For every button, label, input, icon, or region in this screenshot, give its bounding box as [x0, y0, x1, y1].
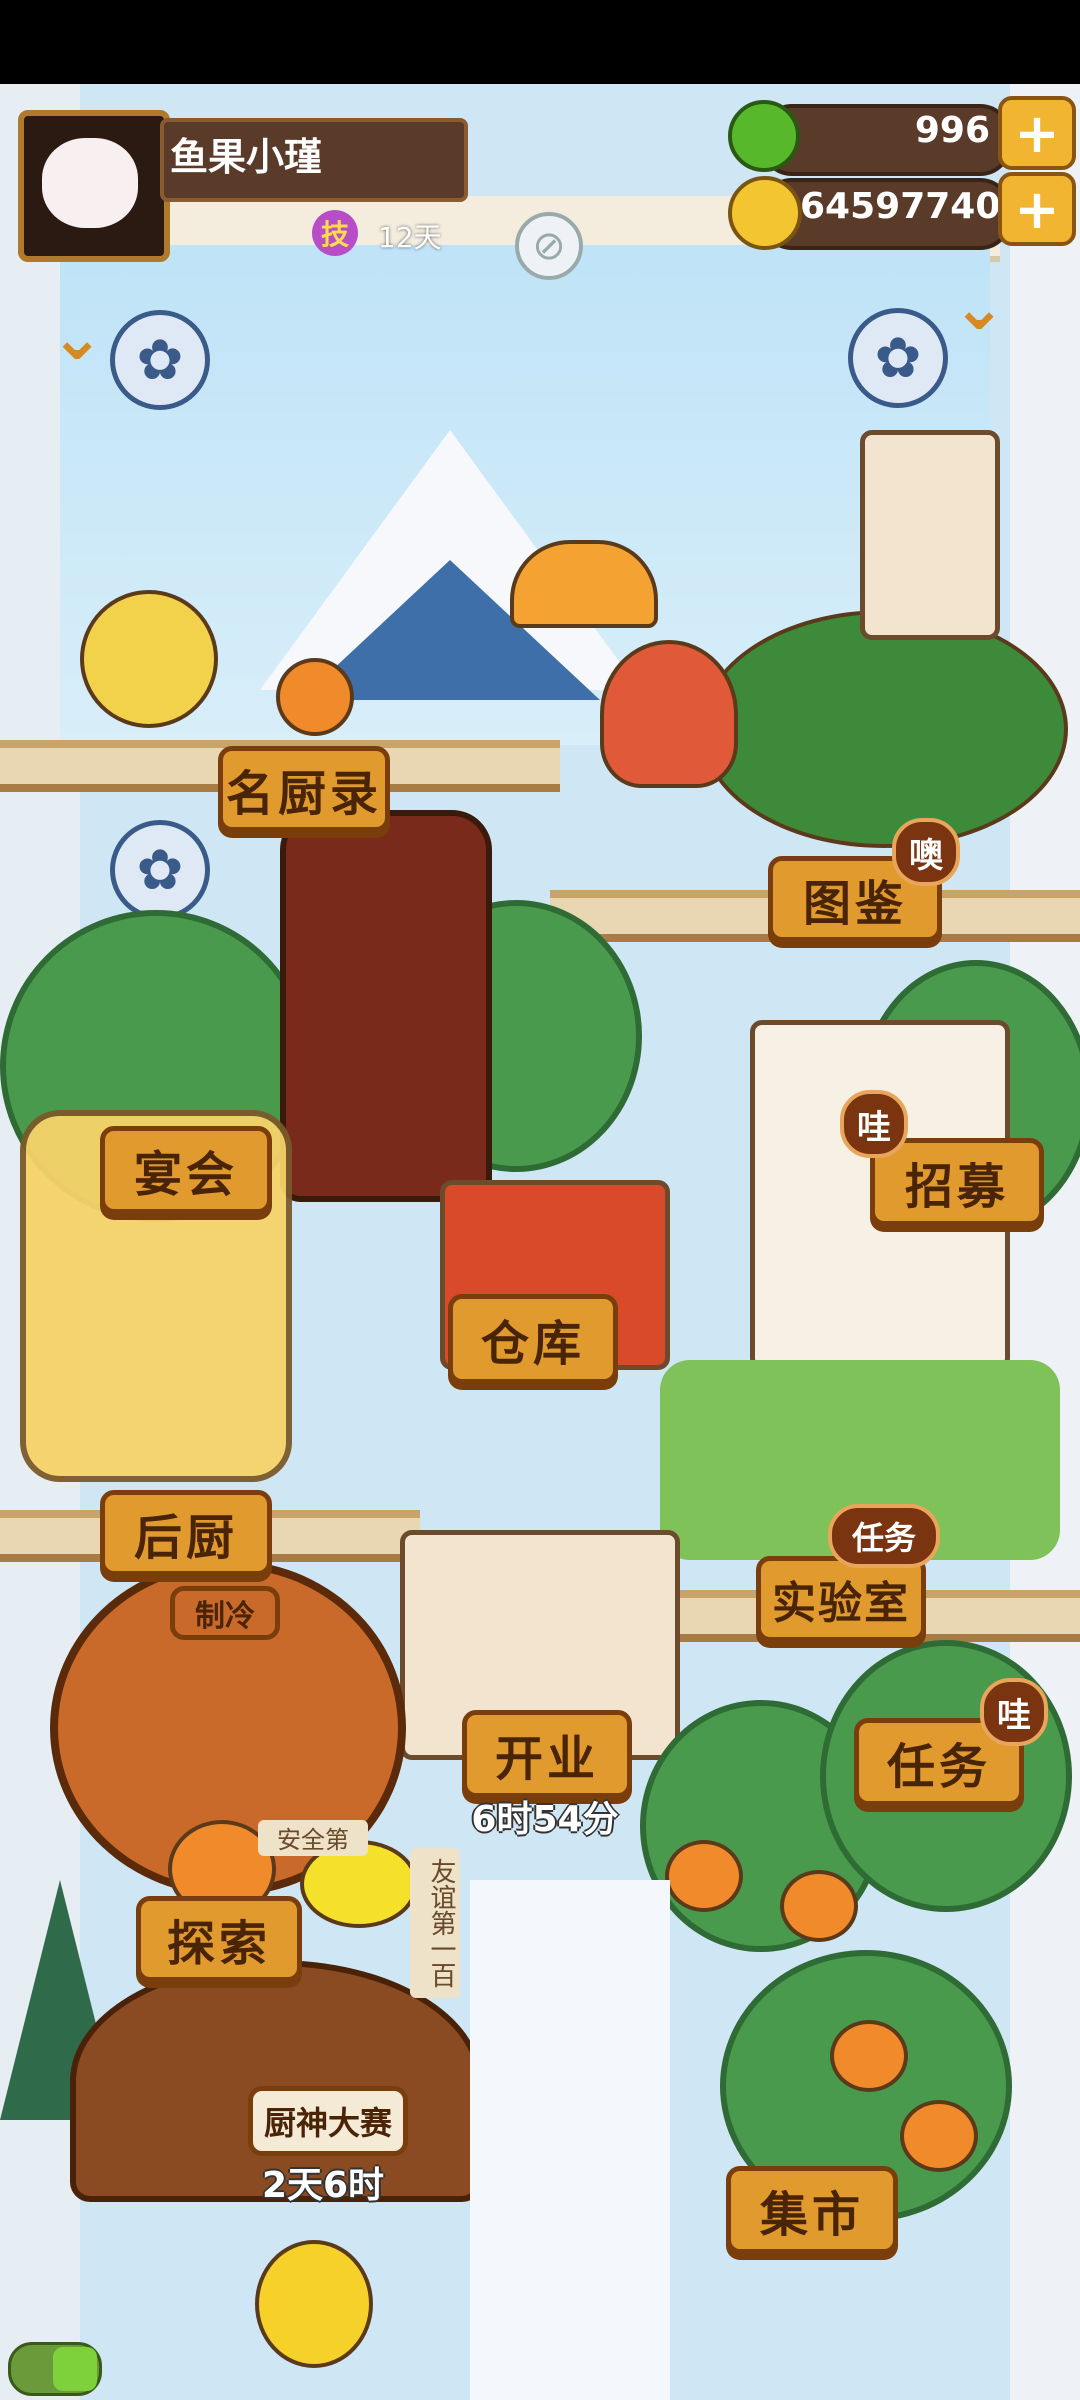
famous-chefs-button[interactable]: 名厨录: [218, 746, 390, 832]
gold-coin-icon: [728, 176, 802, 250]
warehouse-button[interactable]: 仓库: [448, 1294, 618, 1384]
watermelon-house: [700, 610, 1068, 848]
orange-character: [276, 658, 354, 736]
open-business-button[interactable]: 开业: [462, 1710, 632, 1798]
chef-contest-button[interactable]: 厨神大赛: [248, 2086, 408, 2156]
fan-icon: ✿: [110, 310, 210, 410]
encyclopedia-badge: 噢: [892, 818, 960, 886]
left-scroll-chevron-icon[interactable]: ⌄: [42, 301, 112, 375]
persimmon-fruit: [830, 2020, 908, 2092]
duck-character: [255, 2240, 373, 2368]
recruit-badge: 哇: [840, 1090, 908, 1158]
open-business-timer: 6时54分: [471, 1799, 619, 1840]
lab-badge: 任务: [828, 1504, 940, 1568]
green-apple-icon: [728, 100, 800, 172]
fan-icon: ✿: [110, 820, 210, 920]
right-scroll-chevron-icon[interactable]: ⌄: [944, 271, 1014, 345]
melon-slice: [510, 540, 658, 628]
chef-contest-timer: 2天6时: [261, 2165, 385, 2206]
skill-badge-icon[interactable]: 技: [312, 210, 358, 256]
skill-days: 12天: [378, 221, 442, 254]
toggle-knob: [53, 2347, 97, 2391]
player-name: 鱼果小瑾: [170, 135, 323, 179]
tower-house: [860, 430, 1000, 640]
persimmon-fruit: [665, 1840, 743, 1912]
coin-count: 64597740: [800, 186, 1001, 227]
tasks-badge: 哇: [980, 1678, 1048, 1746]
toggle-switch[interactable]: [8, 2342, 102, 2396]
persimmon-fruit: [780, 1870, 858, 1942]
friendship-sign: 友谊第一百: [410, 1848, 460, 1998]
fan-icon: ✿: [848, 308, 948, 408]
right-wall: [1010, 84, 1080, 2400]
snow-path: [470, 1880, 670, 2400]
kitchen-button[interactable]: 后厨: [100, 1490, 272, 1576]
persimmon-fruit: [900, 2100, 978, 2172]
avatar-face: [42, 138, 138, 228]
status-bar: [0, 0, 1080, 84]
lab-button[interactable]: 实验室: [756, 1556, 926, 1642]
wine-bottle: [280, 810, 492, 1202]
add-coins-button[interactable]: +: [998, 172, 1076, 246]
add-apple-button[interactable]: +: [998, 96, 1076, 170]
rocket-kettle: [600, 640, 738, 788]
banquet-button[interactable]: 宴会: [100, 1126, 272, 1214]
apple-count: 996: [914, 110, 990, 151]
player-avatar[interactable]: [18, 110, 170, 262]
cold-sign: 制冷: [170, 1586, 280, 1640]
market-button[interactable]: 集市: [726, 2166, 898, 2254]
explore-button[interactable]: 探索: [136, 1896, 302, 1982]
safety-sign: 安全第: [258, 1820, 368, 1856]
pear-character: [80, 590, 218, 728]
forbidden-icon: ⊘: [515, 212, 583, 280]
